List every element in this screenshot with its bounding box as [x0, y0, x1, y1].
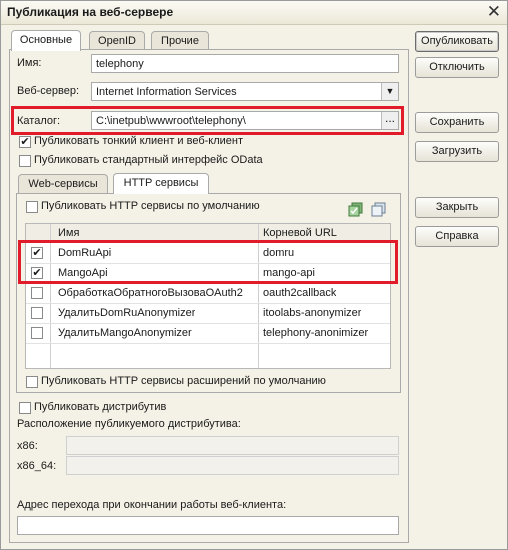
x86-input[interactable] — [66, 436, 399, 455]
name-label: Имя: — [17, 57, 42, 69]
row-checkbox[interactable] — [31, 327, 43, 339]
row-checkbox[interactable]: ✔ — [31, 267, 43, 279]
column-name[interactable]: Имя — [58, 224, 79, 243]
row-url: itoolabs-anonymizer — [263, 307, 362, 319]
check-all-icon[interactable] — [348, 202, 363, 217]
x86-64-label: x86_64: — [17, 460, 57, 472]
table-row[interactable]: ✔ MangoApi mango-api — [26, 264, 390, 283]
row-name: MangoApi — [58, 267, 108, 279]
publish-distrib-checkbox[interactable] — [19, 402, 31, 414]
webserver-label: Веб-сервер: — [17, 85, 80, 97]
browse-button[interactable]: ... — [381, 112, 398, 129]
table-row[interactable]: УдалитьDomRuAnonymizer itoolabs-anonymiz… — [26, 304, 390, 323]
webserver-select[interactable]: Internet Information Services — [91, 82, 399, 101]
exit-url-input[interactable] — [17, 516, 399, 535]
publish-dialog: Публикация на веб-сервере ✕ Основные Ope… — [0, 0, 508, 550]
http-services-table: Имя Корневой URL ✔ DomRuApi domru ✔ Mang… — [25, 223, 391, 369]
tab-http-services[interactable]: HTTP сервисы — [113, 173, 209, 194]
table-header: Имя Корневой URL — [26, 224, 390, 243]
webserver-value: Internet Information Services — [96, 86, 237, 98]
distrib-location-label: Расположение публикуемого дистрибутива: — [17, 418, 241, 430]
publish-odata-checkbox[interactable] — [19, 155, 31, 167]
exit-url-label: Адрес перехода при окончании работы веб-… — [17, 499, 287, 511]
catalog-input[interactable]: C:\inetpub\wwwroot\telephony\ — [91, 111, 399, 130]
uncheck-all-icon[interactable] — [371, 202, 386, 217]
row-name: УдалитьDomRuAnonymizer — [58, 307, 196, 319]
load-button[interactable]: Загрузить — [415, 141, 499, 162]
help-button[interactable]: Справка — [415, 226, 499, 247]
tab-web-services[interactable]: Web-сервисы — [18, 174, 108, 193]
table-row[interactable]: ОбработкаОбратногоВызоваOAuth2 oauth2cal… — [26, 284, 390, 303]
name-input[interactable]: telephony — [91, 54, 399, 73]
row-url: domru — [263, 247, 295, 259]
window-title: Публикация на веб-сервере — [7, 5, 174, 19]
tab-main[interactable]: Основные — [11, 30, 81, 51]
close-button[interactable]: Закрыть — [415, 197, 499, 218]
tab-openid[interactable]: OpenID — [89, 31, 145, 50]
publish-http-ext-label: Публиковать HTTP сервисы расширений по у… — [41, 375, 326, 387]
table-row[interactable]: ✔ DomRuApi domru — [26, 244, 390, 263]
row-name: ОбработкаОбратногоВызоваOAuth2 — [58, 287, 243, 299]
column-root-url[interactable]: Корневой URL — [263, 224, 337, 243]
table-row[interactable]: УдалитьMangoAnonymizer telephony-anonimi… — [26, 324, 390, 343]
publish-http-default-checkbox[interactable] — [26, 201, 38, 213]
save-button[interactable]: Сохранить — [415, 112, 499, 133]
chevron-down-icon[interactable]: ▼ — [381, 83, 398, 100]
row-url: oauth2callback — [263, 287, 337, 299]
catalog-value: C:\inetpub\wwwroot\telephony\ — [96, 115, 246, 127]
close-icon[interactable]: ✕ — [487, 2, 501, 22]
publish-http-ext-checkbox[interactable] — [26, 376, 38, 388]
tab-other[interactable]: Прочие — [151, 31, 209, 50]
publish-distrib-label: Публиковать дистрибутив — [34, 401, 167, 413]
row-checkbox[interactable]: ✔ — [31, 247, 43, 259]
catalog-label: Каталог: — [17, 115, 61, 127]
row-checkbox[interactable] — [31, 287, 43, 299]
row-checkbox[interactable] — [31, 307, 43, 319]
publish-thin-client-label: Публиковать тонкий клиент и веб-клиент — [34, 135, 244, 147]
disable-button[interactable]: Отключить — [415, 57, 499, 78]
row-url: mango-api — [263, 267, 315, 279]
publish-button[interactable]: Опубликовать — [415, 31, 499, 52]
title-bar: Публикация на веб-сервере ✕ — [1, 1, 507, 25]
publish-http-default-label: Публиковать HTTP сервисы по умолчанию — [41, 200, 260, 212]
row-url: telephony-anonimizer — [263, 327, 369, 339]
x86-64-input[interactable] — [66, 456, 399, 475]
publish-thin-client-checkbox[interactable]: ✔ — [19, 136, 31, 148]
row-name: УдалитьMangoAnonymizer — [58, 327, 192, 339]
x86-label: x86: — [17, 440, 38, 452]
row-divider — [26, 343, 390, 344]
publish-odata-label: Публиковать стандартный интерфейс OData — [34, 154, 263, 166]
row-name: DomRuApi — [58, 247, 112, 259]
